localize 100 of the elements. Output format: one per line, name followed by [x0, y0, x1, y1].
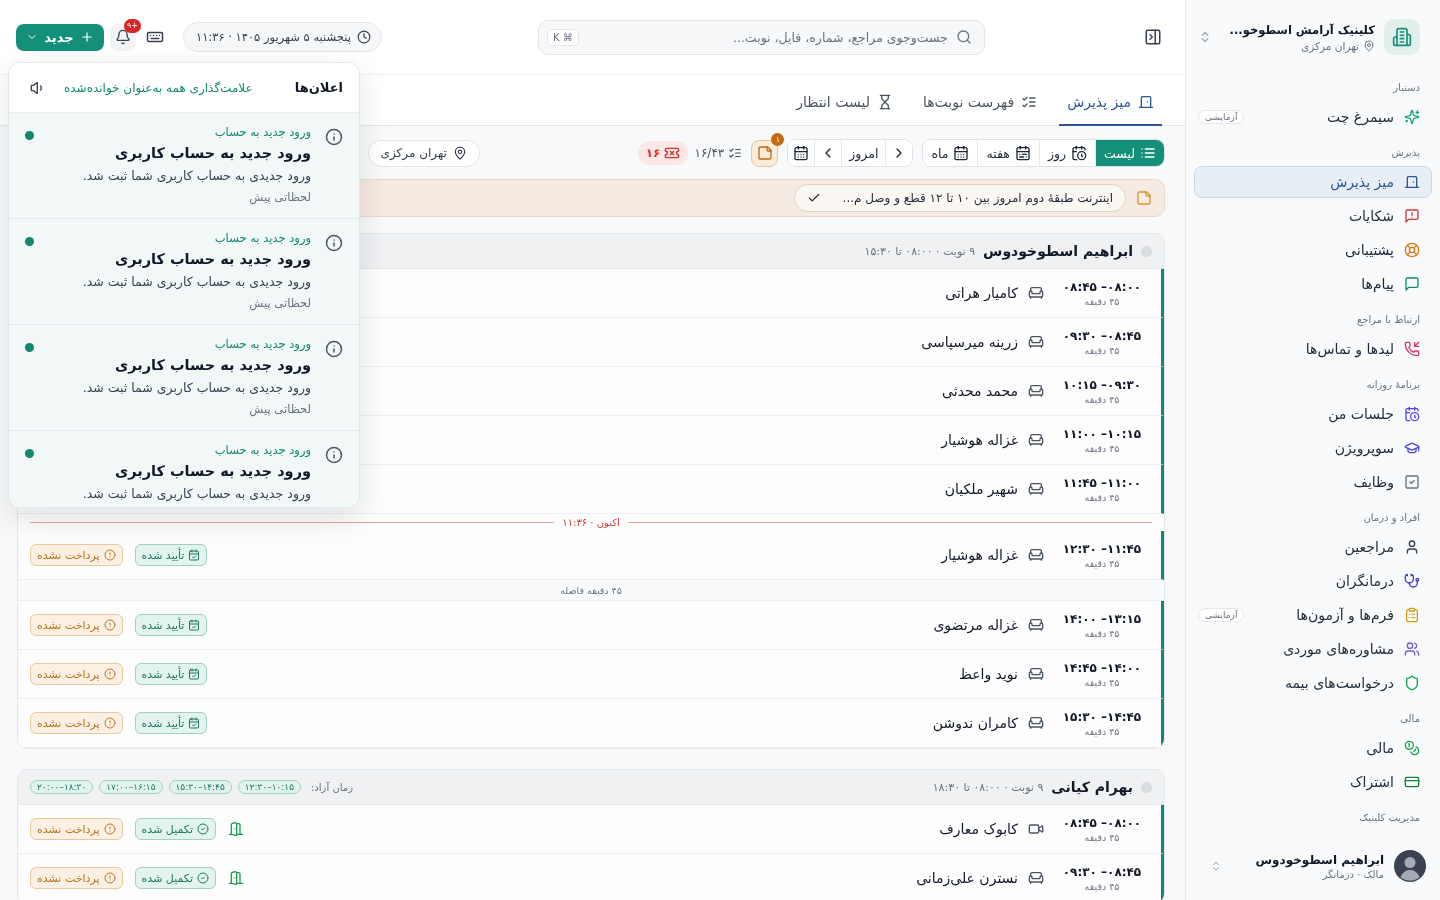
door-icon	[1404, 174, 1420, 190]
panel-title: اعلان‌ها	[294, 80, 343, 95]
unread-dot-icon	[25, 237, 34, 246]
credit-card-icon	[1404, 774, 1420, 790]
previous-day-button[interactable]	[885, 140, 913, 166]
info-icon	[325, 446, 343, 464]
time-slot-chip[interactable]: ۱۶:۱۵–۱۷:۰۰	[99, 780, 163, 794]
notification-category: ورود جدید به حساب	[213, 230, 311, 247]
user-name: ابراهیم اسطوخودوس	[1255, 852, 1384, 867]
appointment-row[interactable]: ۰۸:۰۰– ۰۸:۴۵ ۴۵ دقیقه کابوک معارف تکمیل شده پرداخت نشده	[18, 805, 1164, 854]
sidebar-item[interactable]: فرم‌ها و آزمون‌ها	[1244, 599, 1432, 631]
therapist-name: بهرام کیانی	[1051, 779, 1133, 795]
sidebar-item[interactable]: مراجعین	[1194, 531, 1432, 563]
tab[interactable]: لیست انتظار	[788, 79, 901, 126]
sidebar-item[interactable]: اشتراک	[1194, 766, 1432, 798]
phone-icon	[1404, 341, 1420, 357]
duration-text: ۴۵ دقیقه	[1083, 442, 1121, 454]
duration-text: ۴۵ دقیقه	[1083, 880, 1121, 892]
duration-text: ۴۵ دقیقه	[1083, 393, 1121, 405]
section-label: پذیرش	[1390, 146, 1421, 161]
payment-label: پرداخت نشده	[37, 548, 100, 562]
notes-button[interactable]	[751, 139, 779, 167]
tab[interactable]: فهرست نوبت‌ها	[914, 79, 1046, 126]
datetime-text: پنجشنبه ۵ شهریور ۱۴۰۵ · ۱۱:۳۶	[196, 30, 351, 44]
duration-text: ۴۵ دقیقه	[1083, 831, 1121, 843]
calendar-check-icon	[188, 717, 201, 729]
client-name: کامران ندوشن	[932, 715, 1018, 731]
sidebar-item[interactable]: شکایات	[1194, 200, 1432, 232]
section-label: مدیریت کلینیک	[1358, 811, 1421, 825]
notification-item[interactable]: ورود جدید به حساب ورود جدید به حساب کاربری ورود جدیدی به حساب کاربری شما ثبت شد. لحظاتی پیش	[9, 219, 359, 325]
list-icon	[1140, 145, 1156, 161]
sidebar-item[interactable]: سیمرغ چت	[1244, 101, 1432, 133]
time-slot-chip[interactable]: ۱۴:۴۵–۱۵:۳۰	[168, 780, 232, 794]
notifications-button[interactable]	[110, 23, 136, 51]
sidebar-item[interactable]: درمانگران	[1194, 565, 1432, 597]
client-name: غزاله هوشیار	[941, 432, 1018, 448]
notification-category: ورود جدید به حساب	[213, 336, 311, 353]
sidebar-item[interactable]: درخواست‌های بیمه	[1194, 667, 1432, 699]
sidebar-item[interactable]: مالی	[1194, 732, 1432, 764]
sidebar-item[interactable]: جلسات من	[1194, 398, 1432, 430]
cancelled-filter-button[interactable]: ۱۶	[637, 141, 689, 165]
calendar-week-icon	[1014, 145, 1031, 161]
sidebar-item[interactable]: میز پذیرش	[1194, 166, 1432, 198]
clinic-location: تهران مرکزی	[1301, 39, 1359, 52]
location-button[interactable]: تهران مرکزی	[367, 139, 480, 167]
building-icon	[1384, 19, 1420, 55]
therapist-summary: ۹ نوبت · ۰۸:۰۰ تا ۱۸:۳۰	[932, 780, 1044, 794]
sidebar-item[interactable]: پشتیبانی	[1194, 234, 1432, 266]
payment-label: پرداخت نشده	[37, 667, 100, 681]
appointment-time: ۱۳:۱۵– ۱۴:۰۰	[1062, 611, 1142, 626]
stethoscope-icon	[1404, 573, 1420, 589]
clock-icon	[356, 30, 371, 44]
sidebar-item[interactable]: وظایف	[1194, 466, 1432, 498]
duration-text: ۴۵ دقیقه	[1083, 491, 1121, 503]
progress-count: ۱۶/۴۳	[694, 146, 725, 160]
plus-icon	[79, 30, 94, 44]
notification-item[interactable]: ورود جدید به حساب ورود جدید به حساب کاربری ورود جدیدی به حساب کاربری شما ثبت شد. لحظاتی پیش	[9, 113, 359, 219]
message-alert-icon	[1404, 208, 1420, 224]
appointment-time: ۰۸:۴۵– ۰۹:۳۰	[1062, 864, 1142, 879]
search-input[interactable]: جست‌وجوی مراجع، شماره، فایل، نوبت...	[586, 26, 948, 48]
notification-item[interactable]: ورود جدید به حساب ورود جدید به حساب کاربری ورود جدیدی به حساب کاربری شما ثبت شد.	[9, 431, 359, 507]
alert-circle-icon	[103, 619, 116, 631]
appointment-row[interactable]: ۱۴:۰۰– ۱۴:۴۵ ۴۵ دقیقه نوید واعظ تأیید شده پرداخت نشده	[18, 650, 1164, 699]
duration-text: ۴۵ دقیقه	[1083, 725, 1121, 737]
appointment-time: ۰۸:۰۰– ۰۸:۴۵	[1062, 279, 1142, 294]
appointment-time: ۱۱:۴۵– ۱۲:۳۰	[1062, 541, 1142, 556]
client-name: محمد محدثی	[942, 383, 1018, 399]
client-name: کابوک معارف	[939, 821, 1018, 837]
status-label: تأیید شده	[141, 667, 185, 681]
time-slot-chip[interactable]: ۱۰:۱۵–۱۲:۳۰	[237, 780, 301, 794]
notification-title: ورود جدید به حساب کاربری	[113, 144, 311, 164]
sidebar-item[interactable]: سوپرویژن	[1194, 432, 1432, 464]
check-icon[interactable]	[806, 191, 821, 205]
notification-time: لحظاتی پیش	[248, 401, 311, 419]
notes-count-badge: ۱	[771, 132, 785, 146]
time-slot-chip[interactable]: ۱۸:۳۰–۲۰:۰۰	[30, 780, 94, 794]
alert-circle-icon	[103, 717, 116, 729]
appointment-row[interactable]: ۱۱:۴۵– ۱۲:۳۰ ۴۵ دقیقه غزاله هوشیار تأیید شده پرداخت نشده	[18, 531, 1164, 580]
sidebar-item[interactable]: مشاوره‌های موردی	[1194, 633, 1432, 665]
current-time-label: اکنون · ۱۱:۳۶	[562, 517, 620, 528]
notification-text: ورود جدیدی به حساب کاربری شما ثبت شد.	[81, 379, 311, 398]
user-icon	[1404, 539, 1420, 555]
payment-label: پرداخت نشده	[37, 618, 100, 632]
appointment-row[interactable]: ۱۴:۴۵– ۱۵:۳۰ ۴۵ دقیقه کامران ندوشن تأیید شده پرداخت نشده	[18, 699, 1164, 748]
sidebar-item[interactable]: لیدها و تماس‌ها	[1194, 333, 1432, 365]
door-icon	[1138, 93, 1154, 110]
sidebar-item[interactable]: پیام‌ها	[1194, 268, 1432, 300]
sidebar-toggle-icon[interactable]	[1144, 28, 1162, 46]
calendar-icon	[793, 145, 810, 161]
calendar-check-icon	[188, 549, 201, 561]
notification-item[interactable]: ورود جدید به حساب ورود جدید به حساب کاربری ورود جدیدی به حساب کاربری شما ثبت شد. لحظاتی پیش	[9, 325, 359, 431]
new-button[interactable]: جدید	[16, 23, 104, 51]
client-name: کامیار هراتی	[945, 285, 1018, 301]
mark-all-read-link[interactable]: علامت‌گذاری همه به‌عنوان خوانده‌شده	[64, 80, 253, 95]
view-button[interactable]: لیست	[1095, 140, 1164, 166]
section-label: برنامهٔ روزانه	[1365, 378, 1421, 393]
appointment-time: ۱۱:۰۰– ۱۱:۴۵	[1062, 475, 1142, 490]
appointment-time: ۱۰:۱۵– ۱۱:۰۰	[1062, 426, 1142, 441]
appointment-row[interactable]: ۰۸:۴۵– ۰۹:۳۰ ۴۵ دقیقه نسترن علی‌زمانی تکمیل شده پرداخت نشده	[18, 854, 1164, 900]
appointment-row[interactable]: ۱۳:۱۵– ۱۴:۰۰ ۴۵ دقیقه غزاله مرتضوی تأیید شده پرداخت نشده	[18, 601, 1164, 650]
